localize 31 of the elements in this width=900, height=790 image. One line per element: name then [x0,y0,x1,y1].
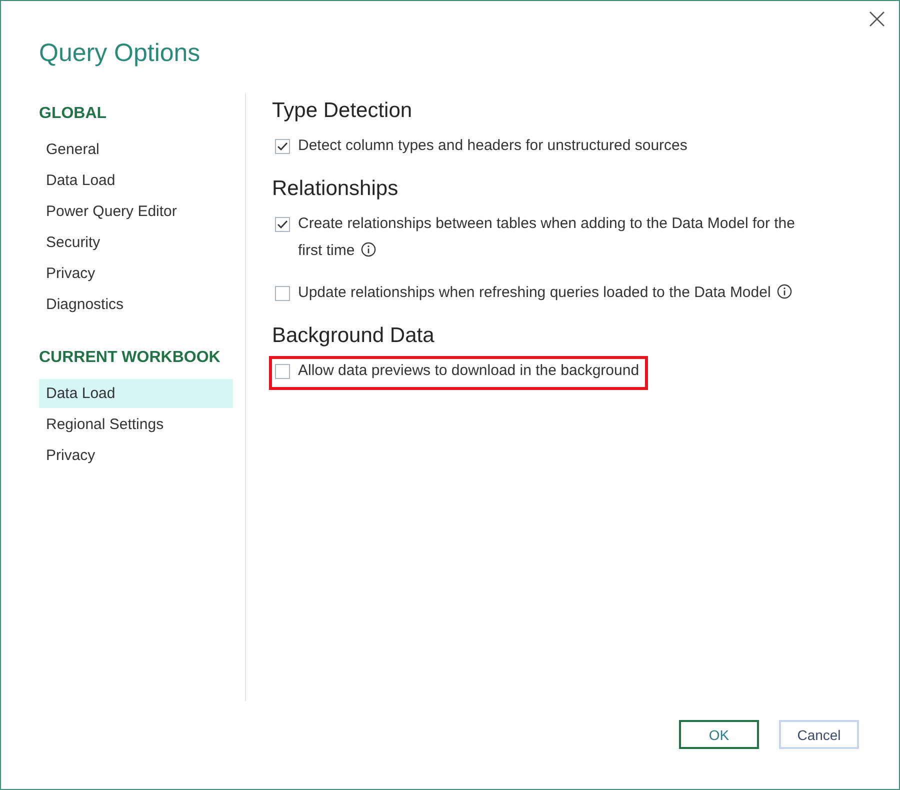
option-label: Update relationships when refreshing queries loaded to the Data Model [298,279,792,306]
section-heading: Type Detection [272,99,414,123]
sidebar-item[interactable]: Power Query Editor [39,197,233,226]
option-label: Allow data previews to download in the background [298,361,640,381]
sidebar-item[interactable]: Data Load [39,166,233,195]
sidebar-item[interactable]: General [39,135,233,164]
section-heading: Background Data [272,324,436,348]
checkbox[interactable] [275,217,290,232]
sidebar-item[interactable]: Privacy [39,259,233,288]
close-icon [867,9,887,29]
sidebar-item[interactable]: Diagnostics [39,290,233,319]
check-icon [277,142,288,151]
close-button[interactable] [867,9,887,29]
window-title: Query Options [39,39,202,69]
checkbox[interactable] [275,286,290,301]
info-icon[interactable] [776,284,792,299]
check-icon [277,220,288,229]
sidebar-item[interactable]: Data Load [39,379,233,408]
sidebar-item[interactable]: Security [39,228,233,257]
cancel-button[interactable]: Cancel [779,720,859,749]
sidebar-item[interactable]: Regional Settings [39,410,233,439]
info-icon[interactable] [360,242,376,257]
option-label: Create relationships between tables when adding to the Data Model for the first time [298,214,796,261]
ok-button[interactable]: OK [679,720,759,749]
sidebar-heading: CURRENT WORKBOOK [39,349,222,367]
option-label: Detect column types and headers for unstructured sources [298,136,688,156]
sidebar-item[interactable]: Privacy [39,441,233,470]
sidebar-heading: GLOBAL [39,105,108,123]
checkbox[interactable] [275,364,290,379]
checkbox[interactable] [275,139,290,154]
section-heading: Relationships [272,177,400,201]
